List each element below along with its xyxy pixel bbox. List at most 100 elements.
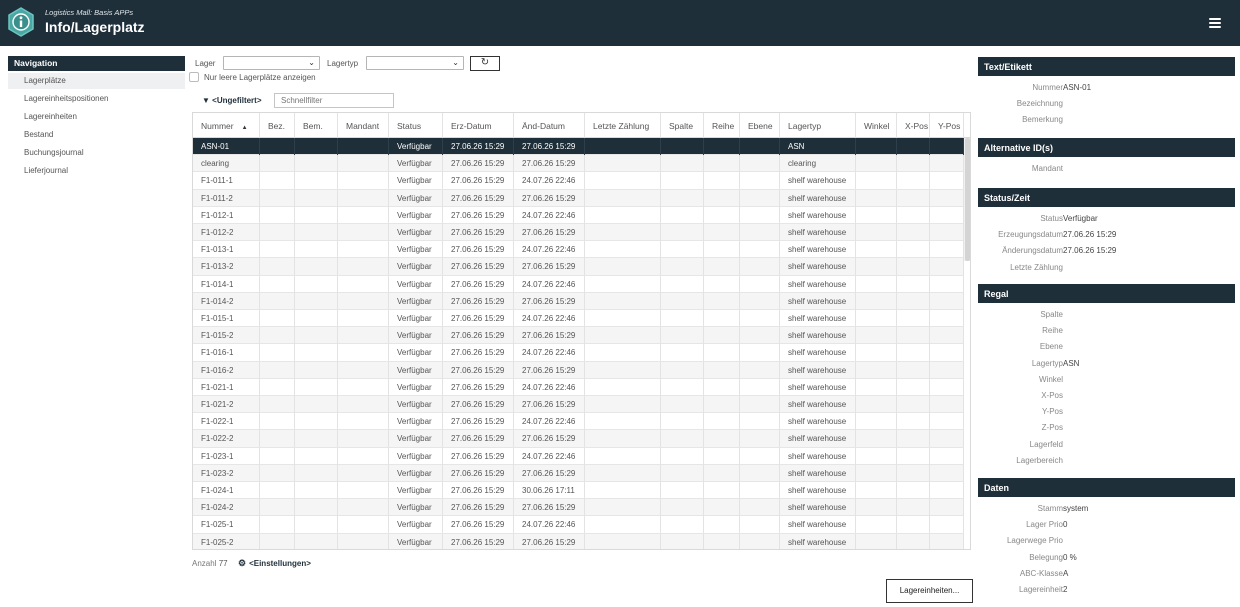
table-row[interactable]: F1-015-1 Verfügbar 27.06.26 15:29 24.07.26 … (193, 310, 964, 328)
app-header: Logistics Mall: Basis APPs Info/Lagerpla… (0, 0, 1240, 46)
property-value: A (1063, 568, 1069, 578)
settings-link[interactable]: ⚙ <Einstellungen> (238, 558, 311, 569)
lagertyp-select[interactable]: ⌄ (366, 56, 464, 70)
nav-item-bestand[interactable]: Bestand (8, 127, 185, 143)
table-cell (585, 292, 661, 310)
nav-item-lagereinheiten[interactable]: Lagereinheiten (8, 109, 185, 125)
property-value: 0 % (1063, 552, 1077, 562)
table-row[interactable]: F1-021-2 Verfügbar 27.06.26 15:29 27.06.26 … (193, 396, 964, 414)
column-header-label: Ebene (748, 121, 773, 131)
table-cell: 27.06.26 15:29 (443, 258, 514, 276)
table-row[interactable]: F1-015-2 Verfügbar 27.06.26 15:29 27.06.26 … (193, 327, 964, 345)
nav-item-lagereinheitspositionen[interactable]: Lagereinheitspositionen (8, 91, 185, 107)
empty-only-checkbox[interactable] (189, 72, 199, 82)
table-row[interactable]: F1-011-1 Verfügbar 27.06.26 15:29 24.07.26 … (193, 172, 964, 190)
column-header[interactable]: Reihe (704, 113, 740, 138)
table-cell: shelf warehouse (780, 224, 856, 241)
table-row[interactable]: F1-011-2 Verfügbar 27.06.26 15:29 27.06.26 … (193, 189, 964, 207)
table-cell (856, 155, 897, 173)
column-header[interactable]: Bem. (295, 113, 338, 138)
nav-item-lagerplaetze[interactable]: Lagerplätze (8, 73, 185, 89)
table-row[interactable]: F1-012-2 Verfügbar 27.06.26 15:29 27.06.26 … (193, 224, 964, 242)
table-row[interactable]: F1-023-2 Verfügbar 27.06.26 15:29 27.06.26 … (193, 464, 964, 482)
column-header[interactable]: Winkel (856, 113, 897, 138)
table-row[interactable]: F1-022-1 Verfügbar 27.06.26 15:29 24.07.26 … (193, 413, 964, 431)
table-row[interactable]: F1-013-1 Verfügbar 27.06.26 15:29 24.07.26 … (193, 241, 964, 259)
table-cell (585, 224, 661, 241)
table-cell (338, 516, 389, 534)
property-label: Reihe (1042, 326, 1063, 336)
table-row[interactable]: F1-024-1 Verfügbar 27.06.26 15:29 30.06.26 … (193, 482, 964, 500)
column-header[interactable]: Mandant (338, 113, 389, 138)
table-cell: shelf warehouse (780, 310, 856, 327)
lager-select[interactable]: ⌄ (223, 56, 320, 70)
row-count: Anzahl 77 (192, 559, 228, 568)
table-row[interactable]: ASN-01 Verfügbar 27.06.26 15:29 27.06.26 15… (193, 138, 964, 156)
detail-property: Bezeichnung (978, 99, 1235, 113)
table-cell: 27.06.26 15:29 (514, 499, 585, 517)
table-cell: 27.06.26 15:29 (514, 396, 585, 413)
column-header[interactable]: Nummer ▲ (193, 113, 260, 138)
table-row[interactable]: F1-025-2 Verfügbar 27.06.26 15:29 27.06.26 … (193, 533, 964, 549)
column-header[interactable]: Y-Pos (930, 113, 964, 138)
column-header[interactable]: Lagertyp (780, 113, 856, 138)
detail-property: Lagerbereich (978, 456, 1235, 470)
table-cell (295, 206, 338, 224)
table-row[interactable]: F1-023-1 Verfügbar 27.06.26 15:29 24.07.26 … (193, 447, 964, 465)
table-row[interactable]: F1-012-1 Verfügbar 27.06.26 15:29 24.07.26 … (193, 206, 964, 224)
table-cell: 30.06.26 17:11 (514, 482, 585, 499)
table-row[interactable]: F1-014-1 Verfügbar 27.06.26 15:29 24.07.26 … (193, 275, 964, 293)
table-cell (661, 275, 704, 293)
table-row[interactable]: F1-014-2 Verfügbar 27.06.26 15:29 27.06.26 … (193, 292, 964, 310)
table-row[interactable]: F1-025-1 Verfügbar 27.06.26 15:29 24.07.26 … (193, 516, 964, 534)
table-row[interactable]: F1-016-2 Verfügbar 27.06.26 15:29 27.06.26 … (193, 361, 964, 379)
vertical-scrollbar[interactable] (964, 138, 970, 261)
table-cell (295, 189, 338, 207)
property-label: Belegung (1029, 552, 1063, 562)
table-cell (260, 189, 295, 207)
table-cell (338, 430, 389, 448)
column-header[interactable]: Bez. (260, 113, 295, 138)
chevron-down-icon: ⌄ (308, 58, 315, 67)
nav-header: Navigation (8, 56, 185, 71)
column-header-label: Y-Pos (938, 121, 961, 131)
hamburger-menu-icon[interactable] (1209, 18, 1221, 30)
column-header[interactable]: Erz-Datum (443, 113, 514, 138)
table-cell: Verfügbar (389, 292, 443, 310)
table-cell: F1-012-2 (193, 224, 260, 241)
table-cell (740, 361, 780, 379)
table-row[interactable]: F1-013-2 Verfügbar 27.06.26 15:29 27.06.26 … (193, 258, 964, 276)
table-cell (930, 499, 964, 517)
table-cell (897, 189, 930, 207)
table-cell: 27.06.26 15:29 (514, 138, 585, 155)
table-cell: F1-025-2 (193, 533, 260, 549)
column-header[interactable]: Spalte (661, 113, 704, 138)
table-cell (585, 138, 661, 155)
column-header[interactable]: Ebene (740, 113, 780, 138)
lagereinheiten-button[interactable]: Lagereinheiten... (886, 579, 973, 603)
column-header[interactable]: Änd-Datum (514, 113, 585, 138)
nav-item-buchungsjournal[interactable]: Buchungsjournal (8, 145, 185, 161)
table-row[interactable]: clearing Verfügbar 27.06.26 15:29 27.06.26 … (193, 155, 964, 173)
table-cell (930, 172, 964, 190)
table-row[interactable]: F1-024-2 Verfügbar 27.06.26 15:29 27.06.26 … (193, 499, 964, 517)
nav-item-lieferjournal[interactable]: Lieferjournal (8, 163, 185, 179)
table-cell (260, 258, 295, 276)
table-cell (930, 430, 964, 448)
table-cell (338, 206, 389, 224)
column-header[interactable]: X-Pos (897, 113, 930, 138)
filter-toggle[interactable]: ▼ <Ungefiltert> (202, 96, 262, 105)
scrollbar-thumb[interactable] (965, 138, 970, 261)
table-cell (930, 206, 964, 224)
column-header[interactable]: Letzte Zählung (585, 113, 661, 138)
section-header: Text/Etikett (978, 57, 1235, 76)
quickfilter-input[interactable] (274, 93, 394, 108)
column-header[interactable]: Status (389, 113, 443, 138)
table-cell (930, 258, 964, 276)
refresh-button[interactable]: ↻ (470, 56, 500, 71)
table-row[interactable]: F1-016-1 Verfügbar 27.06.26 15:29 24.07.26 … (193, 344, 964, 362)
table-row[interactable]: F1-022-2 Verfügbar 27.06.26 15:29 27.06.26 … (193, 430, 964, 448)
table-cell (295, 275, 338, 293)
table-cell (585, 361, 661, 379)
table-row[interactable]: F1-021-1 Verfügbar 27.06.26 15:29 24.07.26 … (193, 378, 964, 396)
